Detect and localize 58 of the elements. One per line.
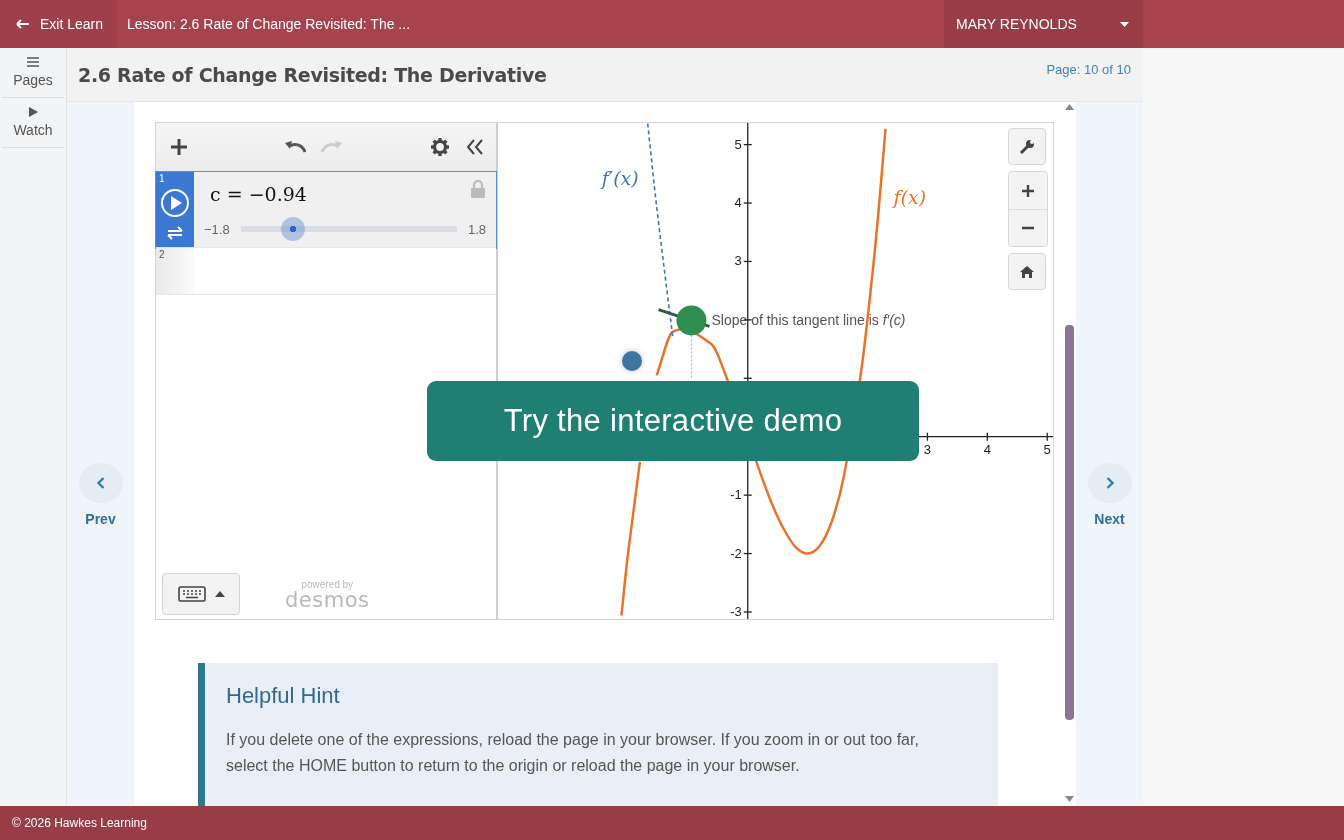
- guide-line: [690, 334, 692, 380]
- chevron-left-icon: [96, 477, 105, 489]
- curve-label: f′(x): [601, 167, 639, 190]
- axis-tick-label: 5: [734, 136, 742, 152]
- keyboard-button[interactable]: [162, 573, 240, 615]
- repeat-icon[interactable]: [166, 226, 184, 240]
- page-title: 2.6 Rate of Change Revisited: The Derivative: [78, 63, 547, 86]
- demo-button[interactable]: Try the interactive demo: [427, 381, 919, 461]
- scroll-down-icon[interactable]: [1065, 796, 1074, 802]
- caret-up-icon: [214, 591, 225, 597]
- chevron-right-icon: [1105, 477, 1114, 489]
- axis-tick-label: -2: [730, 545, 742, 561]
- exit-button[interactable]: Exit Learn: [0, 0, 117, 48]
- double-chevron-icon[interactable]: [466, 139, 484, 155]
- user-menu[interactable]: MARY REYNOLDS: [944, 0, 1143, 48]
- slider-min-label: −1.8: [204, 221, 230, 237]
- add-icon[interactable]: [170, 138, 188, 156]
- curve-label: f(x): [893, 186, 927, 209]
- wrench-icon: [1019, 138, 1035, 155]
- undo-icon[interactable]: [284, 140, 306, 154]
- hint-text: If you delete one of the expressions, reload the page in your browser. If you zoom in or out too far, select the HOME button to return to the origin or reload the page in your browser.: [226, 730, 920, 776]
- tangent-note: Slope of this tangent line is f′(c): [711, 312, 906, 329]
- expression-row[interactable]: 1 c = −0.94 −1.8 1.8: [156, 172, 496, 248]
- play-icon[interactable]: [160, 188, 190, 218]
- home-icon: [1019, 263, 1035, 280]
- zoom-in-button[interactable]: [1009, 172, 1047, 209]
- axis-tick-label: 3: [923, 441, 932, 457]
- expression-number: 2: [159, 249, 165, 260]
- axis-tick-label: 4: [734, 195, 742, 211]
- slider-thumb[interactable]: [280, 217, 305, 241]
- expression-row[interactable]: 2: [156, 248, 496, 295]
- scroll-up-icon[interactable]: [1065, 104, 1074, 110]
- powered-by-text: powered by: [301, 578, 354, 590]
- scrollbar-thumb[interactable]: [1065, 325, 1074, 720]
- axis-tick-label: 3: [734, 253, 742, 269]
- copyright-text: © 2026 Hawkes Learning: [12, 816, 147, 830]
- graph-point: [676, 305, 707, 336]
- graph-point: [622, 351, 642, 371]
- axis-tick-label: 5: [1043, 441, 1051, 457]
- keyboard-icon: [177, 586, 206, 602]
- page-counter: Page: 10 of 10: [1046, 62, 1131, 77]
- arrow-left-icon: [16, 19, 30, 29]
- slider-max-label: 1.8: [467, 221, 486, 237]
- plus-icon: [1020, 182, 1036, 199]
- axis-tick-label: -1: [730, 487, 742, 503]
- axis-tick-label: -3: [730, 604, 742, 619]
- home-button[interactable]: [1008, 253, 1046, 290]
- axis-tick-label: 4: [983, 441, 991, 457]
- play-icon: [27, 107, 39, 117]
- desmos-wordmark: desmos: [285, 589, 370, 610]
- hint-title: Helpful Hint: [226, 683, 341, 709]
- expression-number: 1: [159, 173, 165, 184]
- expression-text: c = −0.94: [210, 183, 307, 205]
- caret-down-icon: [1120, 21, 1129, 27]
- settings-icon[interactable]: [431, 138, 449, 156]
- lesson-title: Lesson: 2.6 Rate of Change Revisited: The ...: [126, 15, 412, 34]
- menu-icon: [27, 57, 39, 67]
- graph-settings-button[interactable]: [1008, 128, 1046, 165]
